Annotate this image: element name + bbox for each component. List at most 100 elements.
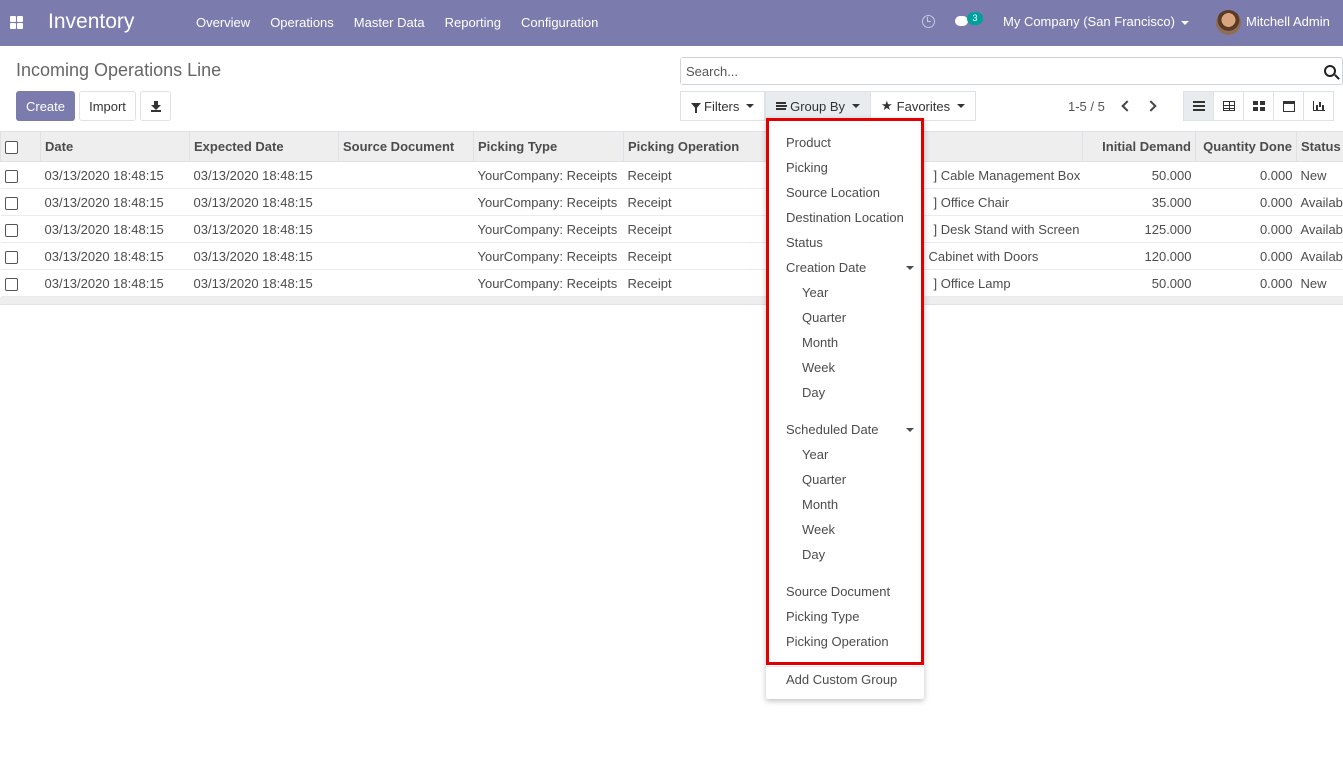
scheduled-date-week[interactable]: Week [802, 522, 835, 537]
scheduled-date-quarter[interactable]: Quarter [802, 472, 846, 487]
calendar-view-button[interactable] [1273, 91, 1304, 121]
table-row[interactable]: 03/13/2020 18:48:15 03/13/2020 18:48:15 … [0, 161, 1343, 189]
table-cell: 03/13/2020 18:48:15 [40, 242, 190, 270]
search-icon[interactable] [1324, 65, 1336, 77]
menu-reporting[interactable]: Reporting [435, 0, 511, 46]
column-header[interactable]: Date [40, 131, 190, 162]
creation-date-day[interactable]: Day [802, 385, 825, 400]
groupby-option-source-location[interactable]: Source Location [786, 185, 880, 200]
row-checkbox[interactable] [4, 250, 18, 264]
filters-button[interactable]: Filters [680, 91, 766, 121]
row-checkbox[interactable] [4, 169, 18, 183]
caret-down-icon [1180, 20, 1189, 25]
app-title[interactable]: Inventory [48, 10, 134, 34]
export-button[interactable] [140, 91, 171, 121]
table-cell: 0.000 [1195, 242, 1297, 270]
table-cell [338, 188, 474, 216]
menu-operations[interactable]: Operations [260, 0, 344, 46]
caret-down-icon[interactable] [906, 428, 914, 432]
table-cell: 0.000 [1195, 215, 1297, 243]
groupby-option-creation-date[interactable]: Creation Date [786, 260, 866, 275]
table-cell: 120.000 [1082, 242, 1196, 270]
creation-date-quarter[interactable]: Quarter [802, 310, 846, 325]
star-icon: ★ [881, 98, 893, 113]
pager-value[interactable]: 1-5 / 5 [1068, 99, 1105, 114]
row-checkbox[interactable] [4, 196, 18, 210]
groupby-option-picking-operation[interactable]: Picking Operation [786, 634, 889, 649]
select-all-header[interactable] [0, 131, 41, 162]
table-row[interactable]: 03/13/2020 18:48:15 03/13/2020 18:48:15 … [0, 242, 1343, 270]
filters-label: Filters [704, 98, 740, 114]
scheduled-date-day[interactable]: Day [802, 547, 825, 562]
row-checkbox[interactable] [4, 223, 18, 237]
groupby-option-picking[interactable]: Picking [786, 160, 828, 175]
table-cell [338, 242, 474, 270]
table-cell [338, 161, 474, 189]
favorites-button[interactable]: ★ Favorites [870, 91, 977, 121]
select-all-checkbox[interactable] [5, 141, 18, 155]
column-header[interactable]: Picking Type [473, 131, 624, 162]
table-cell: YourCompany: Receipts [473, 161, 624, 189]
scheduled-date-year[interactable]: Year [802, 447, 828, 462]
table-row[interactable]: 03/13/2020 18:48:15 03/13/2020 18:48:15 … [0, 215, 1343, 243]
groupby-option-product[interactable]: Product [786, 135, 831, 150]
creation-date-month[interactable]: Month [802, 335, 838, 350]
table-cell: 50.000 [1082, 161, 1196, 189]
table-cell: Receipt [623, 269, 774, 297]
table-cell: YourCompany: Receipts [473, 215, 624, 243]
row-checkbox[interactable] [4, 277, 18, 291]
apps-menu-icon[interactable] [10, 16, 23, 29]
row-select-cell[interactable] [0, 188, 41, 216]
row-select-cell[interactable] [0, 269, 41, 297]
column-header[interactable]: Source Document [338, 131, 474, 162]
groupby-option-picking-type[interactable]: Picking Type [786, 609, 859, 624]
pivot-view-button[interactable] [1213, 91, 1244, 121]
bars-icon [776, 102, 788, 110]
menu-configuration[interactable]: Configuration [511, 0, 608, 46]
column-header[interactable]: Initial Demand [1082, 131, 1196, 162]
groupby-option-status[interactable]: Status [786, 235, 823, 250]
add-custom-group[interactable]: Add Custom Group [786, 672, 897, 687]
table-cell: YourCompany: Receipts [473, 269, 624, 297]
column-header[interactable]: Expected Date [189, 131, 339, 162]
create-button[interactable]: Create [16, 91, 75, 121]
table-cell: 03/13/2020 18:48:15 [189, 269, 339, 297]
user-menu[interactable]: Mitchell Admin [1246, 14, 1330, 29]
menu-master-data[interactable]: Master Data [344, 0, 435, 46]
creation-date-week[interactable]: Week [802, 360, 835, 375]
table-cell: 03/13/2020 18:48:15 [189, 161, 339, 189]
menu-overview[interactable]: Overview [186, 0, 260, 46]
table-cell: 03/13/2020 18:48:15 [189, 215, 339, 243]
table-cell: 03/13/2020 18:48:15 [40, 188, 190, 216]
table-cell: Receipt [623, 188, 774, 216]
creation-date-year[interactable]: Year [802, 285, 828, 300]
dropdown-divider [766, 666, 924, 667]
search-bar [680, 57, 1343, 85]
groupby-option-scheduled-date[interactable]: Scheduled Date [786, 422, 879, 437]
caret-down-icon[interactable] [906, 266, 914, 270]
row-select-cell[interactable] [0, 161, 41, 189]
table-cell: Receipt [623, 161, 774, 189]
groupby-option-destination-location[interactable]: Destination Location [786, 210, 904, 225]
avatar[interactable] [1216, 10, 1241, 35]
row-select-cell[interactable] [0, 215, 41, 243]
chevron-right-icon[interactable] [1145, 100, 1157, 112]
chevron-left-icon[interactable] [1121, 100, 1133, 112]
graph-view-button[interactable] [1303, 91, 1334, 121]
table-row[interactable]: 03/13/2020 18:48:15 03/13/2020 18:48:15 … [0, 188, 1343, 216]
column-header[interactable]: Status [1296, 131, 1343, 162]
table-row[interactable]: 03/13/2020 18:48:15 03/13/2020 18:48:15 … [0, 269, 1343, 297]
company-switcher[interactable]: My Company (San Francisco) [1003, 14, 1189, 29]
activity-clock-icon[interactable] [922, 15, 935, 28]
scheduled-date-month[interactable]: Month [802, 497, 838, 512]
groupby-option-source-document[interactable]: Source Document [786, 584, 890, 599]
column-header[interactable]: Quantity Done [1195, 131, 1297, 162]
column-header[interactable]: Picking Operation [623, 131, 774, 162]
row-select-cell[interactable] [0, 242, 41, 270]
search-input[interactable] [681, 58, 1281, 84]
kanban-view-button[interactable] [1243, 91, 1274, 121]
table-cell: YourCompany: Receipts [473, 242, 624, 270]
groupby-button[interactable]: Group By [765, 91, 871, 121]
list-view-button[interactable] [1183, 91, 1214, 121]
import-button[interactable]: Import [79, 91, 136, 121]
